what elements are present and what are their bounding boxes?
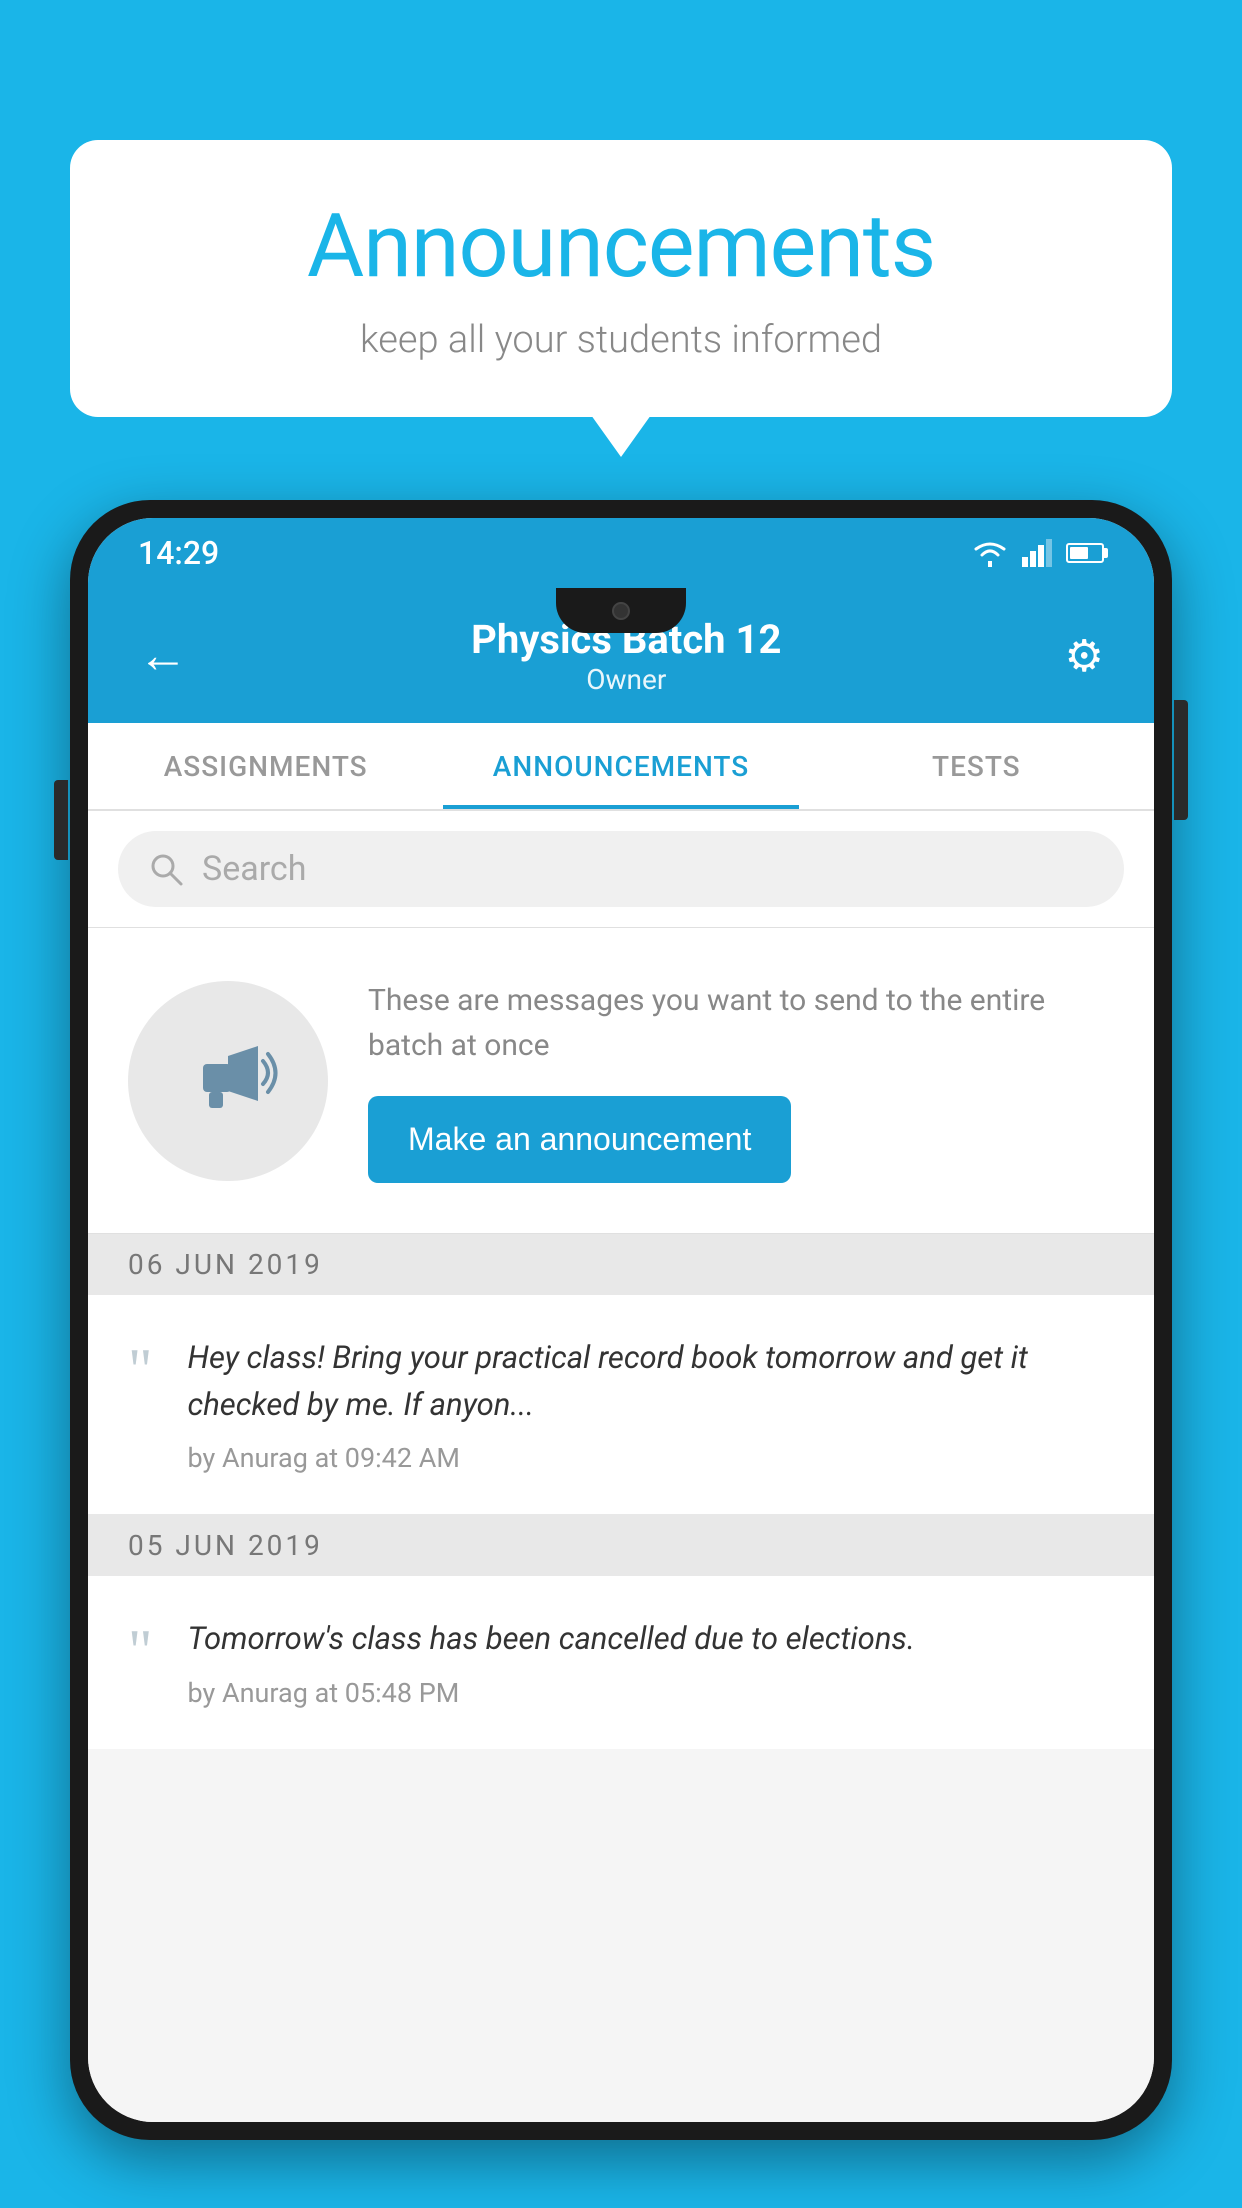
- search-bar[interactable]: Search: [118, 831, 1124, 907]
- announcement-item-1[interactable]: " Hey class! Bring your practical record…: [88, 1295, 1154, 1515]
- speech-bubble-section: Announcements keep all your students inf…: [70, 140, 1172, 417]
- date-separator-1: 06 JUN 2019: [88, 1234, 1154, 1295]
- announcement-item-2[interactable]: " Tomorrow's class has been cancelled du…: [88, 1576, 1154, 1749]
- announcement-text-group-2: Tomorrow's class has been cancelled due …: [188, 1616, 1115, 1709]
- tab-tests[interactable]: TESTS: [799, 723, 1154, 809]
- content-area: Search: [88, 811, 1154, 2122]
- phone-wrapper: 14:29: [70, 500, 1172, 2208]
- search-bar-container: Search: [88, 811, 1154, 928]
- battery-fill: [1070, 547, 1088, 559]
- status-icons: [972, 539, 1104, 567]
- signal-icon: [1022, 539, 1052, 567]
- quote-icon-2: ": [128, 1621, 153, 1681]
- announcement-text-1: Hey class! Bring your practical record b…: [188, 1335, 1115, 1428]
- announcement-meta-1: by Anurag at 09:42 AM: [188, 1442, 1115, 1474]
- bubble-subtitle: keep all your students informed: [130, 318, 1112, 362]
- date-separator-2: 05 JUN 2019: [88, 1515, 1154, 1576]
- announcement-meta-2: by Anurag at 05:48 PM: [188, 1677, 1115, 1709]
- quote-icon-1: ": [128, 1340, 153, 1400]
- battery-icon: [1066, 543, 1104, 563]
- back-button[interactable]: ←: [128, 616, 198, 695]
- search-icon: [148, 851, 184, 887]
- status-bar: 14:29: [88, 518, 1154, 588]
- tabs-bar: ASSIGNMENTS ANNOUNCEMENTS TESTS: [88, 723, 1154, 811]
- megaphone-circle: [128, 981, 328, 1181]
- search-placeholder: Search: [202, 849, 306, 889]
- tab-assignments[interactable]: ASSIGNMENTS: [88, 723, 443, 809]
- announcement-placeholder-card: These are messages you want to send to t…: [88, 928, 1154, 1234]
- announcement-text-group-1: Hey class! Bring your practical record b…: [188, 1335, 1115, 1474]
- settings-button[interactable]: ⚙: [1055, 620, 1114, 692]
- wifi-icon: [972, 539, 1008, 567]
- speech-bubble: Announcements keep all your students inf…: [70, 140, 1172, 417]
- megaphone-icon: [173, 1026, 283, 1136]
- make-announcement-button[interactable]: Make an announcement: [368, 1096, 791, 1183]
- notch-camera: [612, 602, 630, 620]
- header-subtitle: Owner: [198, 663, 1055, 696]
- phone-notch: [556, 588, 686, 633]
- bubble-title: Announcements: [130, 195, 1112, 298]
- phone-screen: 14:29: [88, 518, 1154, 2122]
- status-time: 14:29: [138, 534, 219, 572]
- tab-announcements[interactable]: ANNOUNCEMENTS: [443, 723, 798, 809]
- announcement-text-2: Tomorrow's class has been cancelled due …: [188, 1616, 1115, 1663]
- phone-outer: 14:29: [70, 500, 1172, 2140]
- announcement-info: These are messages you want to send to t…: [368, 978, 1114, 1183]
- announcement-description: These are messages you want to send to t…: [368, 978, 1114, 1068]
